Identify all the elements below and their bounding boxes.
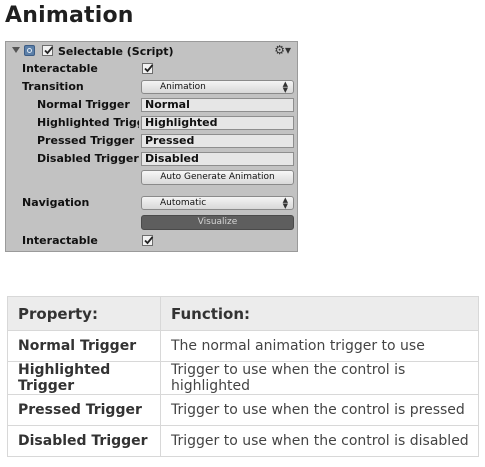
foldout-arrow-icon[interactable] <box>12 47 20 53</box>
script-icon <box>24 45 35 56</box>
pressed-trigger-field[interactable]: Pressed <box>141 134 294 148</box>
disabled-trigger-label: Disabled Trigger <box>37 152 139 165</box>
page-title: Animation <box>5 3 134 28</box>
gear-icon[interactable]: ⚙▾ <box>274 43 291 57</box>
table-header-row: Property: Function: <box>7 296 479 331</box>
function-cell: Trigger to use when the control is disab… <box>160 425 479 457</box>
component-header[interactable]: Selectable (Script) ⚙▾ <box>6 42 297 61</box>
navigation-value: Automatic <box>160 198 207 208</box>
normal-trigger-label: Normal Trigger <box>37 98 130 111</box>
highlighted-trigger-label: Highlighted Trigg <box>37 116 139 129</box>
component-enabled-checkbox[interactable] <box>42 45 54 56</box>
transition-label: Transition <box>22 80 84 93</box>
checkmark-icon <box>44 46 54 55</box>
dropdown-arrows-icon: ▲ ▼ <box>282 196 288 210</box>
table-row: Highlighted Trigger Trigger to use when … <box>7 361 479 395</box>
auto-generate-animation-button[interactable]: Auto Generate Animation <box>141 170 294 185</box>
disabled-trigger-field[interactable]: Disabled <box>141 152 294 166</box>
property-table: Property: Function: Normal Trigger The n… <box>7 296 479 457</box>
property-cell: Highlighted Trigger <box>7 361 161 395</box>
transition-value: Animation <box>160 82 206 92</box>
transition-dropdown[interactable]: Animation ▲ ▼ <box>141 80 294 94</box>
component-title: Selectable (Script) <box>58 45 174 58</box>
property-cell: Pressed Trigger <box>7 394 161 426</box>
interactable-label-2: Interactable <box>22 234 98 247</box>
navigation-label: Navigation <box>22 196 90 209</box>
table-row: Normal Trigger The normal animation trig… <box>7 330 479 362</box>
function-cell: Trigger to use when the control is highl… <box>160 361 479 395</box>
dropdown-arrows-icon: ▲ ▼ <box>282 80 288 94</box>
property-cell: Disabled Trigger <box>7 425 161 457</box>
interactable-checkbox[interactable] <box>142 63 154 74</box>
navigation-dropdown[interactable]: Automatic ▲ ▼ <box>141 196 294 210</box>
interactable-checkbox-2[interactable] <box>142 235 154 246</box>
property-column-header: Property: <box>7 296 161 331</box>
visualize-button[interactable]: Visualize <box>141 215 294 230</box>
normal-trigger-field[interactable]: Normal <box>141 98 294 112</box>
table-row: Disabled Trigger Trigger to use when the… <box>7 425 479 457</box>
function-cell: Trigger to use when the control is press… <box>160 394 479 426</box>
highlighted-trigger-field[interactable]: Highlighted <box>141 116 294 130</box>
property-cell: Normal Trigger <box>7 330 161 362</box>
interactable-label: Interactable <box>22 62 98 75</box>
selectable-inspector: Selectable (Script) ⚙▾ Interactable Tran… <box>5 41 298 252</box>
table-row: Pressed Trigger Trigger to use when the … <box>7 394 479 426</box>
function-column-header: Function: <box>160 296 479 331</box>
pressed-trigger-label: Pressed Trigger <box>37 134 135 147</box>
checkmark-icon <box>144 64 154 73</box>
function-cell: The normal animation trigger to use <box>160 330 479 362</box>
checkmark-icon <box>144 236 154 245</box>
